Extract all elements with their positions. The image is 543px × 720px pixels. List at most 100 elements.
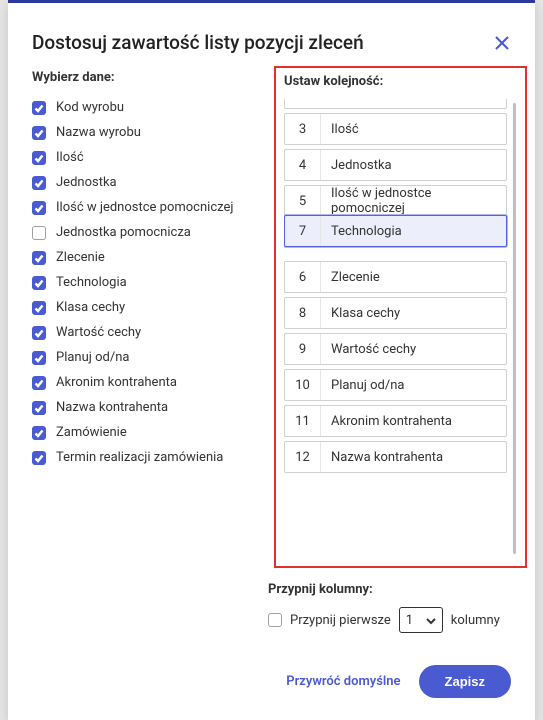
field-checkbox[interactable] <box>32 376 46 390</box>
order-item[interactable]: 4Jednostka <box>284 149 507 181</box>
order-item[interactable]: 8Klasa cechy <box>284 297 507 329</box>
dialog-body: Wybierz dane: Kod wyrobu Nazwa wyrobu Iloś… <box>8 66 535 578</box>
field-checkbox[interactable] <box>32 451 46 465</box>
field-checkbox[interactable] <box>32 176 46 190</box>
pin-count-value: 1 <box>406 613 413 628</box>
overflow-fade <box>32 558 272 578</box>
field-label: Zamówienie <box>56 425 127 440</box>
order-item[interactable]: 6Zlecenie <box>284 261 507 293</box>
order-item[interactable]: 11Akronim kontrahenta <box>284 405 507 437</box>
field-label: Nazwa kontrahenta <box>56 400 168 415</box>
field-label: Ilość <box>56 150 84 165</box>
field-checkbox[interactable] <box>32 276 46 290</box>
order-label: Ustaw kolejność: <box>284 74 517 89</box>
dialog-customize-columns: Dostosuj zawartość listy pozycji zleceń … <box>8 0 535 720</box>
field-checkbox[interactable] <box>32 326 46 340</box>
order-number: 5 <box>285 186 321 216</box>
save-button[interactable]: Zapisz <box>419 665 511 698</box>
field-checkbox[interactable] <box>32 426 46 440</box>
field-checkbox[interactable] <box>32 226 46 240</box>
order-number: 9 <box>285 334 321 364</box>
order-number: 3 <box>285 114 321 144</box>
field-checkbox[interactable] <box>32 101 46 115</box>
field-checkbox-row: Wartość cechy <box>32 320 272 345</box>
order-item[interactable] <box>284 99 507 109</box>
order-item[interactable]: 9Wartość cechy <box>284 333 507 365</box>
order-label: Nazwa kontrahenta <box>321 442 506 472</box>
dialog-title: Dostosuj zawartość listy pozycji zleceń <box>32 31 364 54</box>
order-number: 6 <box>285 262 321 292</box>
order-number: 10 <box>285 370 321 400</box>
pin-columns-row: Przypnij pierwsze 1 kolumny <box>268 607 511 633</box>
order-panel: Ustaw kolejność: 3Ilość4Jednostka5Ilość … <box>274 66 527 568</box>
pin-columns-label: Przypnij kolumny: <box>268 582 511 597</box>
dialog-header: Dostosuj zawartość listy pozycji zleceń <box>8 3 535 66</box>
field-checkbox-row: Jednostka pomocnicza <box>32 220 272 245</box>
restore-defaults-button[interactable]: Przywróć domyślne <box>286 674 400 689</box>
order-number: 12 <box>285 442 321 472</box>
order-label: Zlecenie <box>321 262 506 292</box>
field-checkbox[interactable] <box>32 351 46 365</box>
field-checkbox-row: Jednostka <box>32 170 272 195</box>
field-checkbox-row: Technologia <box>32 270 272 295</box>
field-label: Termin realizacji zamówienia <box>56 450 223 465</box>
order-label: Akronim kontrahenta <box>321 406 506 436</box>
order-label: Jednostka <box>321 150 506 180</box>
drop-gap <box>284 251 507 261</box>
field-label: Zlecenie <box>56 250 105 265</box>
field-label: Planuj od/na <box>56 350 129 365</box>
field-label: Technologia <box>56 275 127 290</box>
chevron-down-icon <box>426 615 436 625</box>
field-label: Nazwa wyrobu <box>56 125 141 140</box>
order-label: Technologia <box>321 216 506 246</box>
field-label: Akronim kontrahenta <box>56 375 177 390</box>
field-label: Klasa cechy <box>56 300 125 315</box>
order-list[interactable]: 3Ilość4Jednostka5Ilość w jednostce pomoc… <box>284 99 517 558</box>
field-checkbox[interactable] <box>32 401 46 415</box>
field-checkbox[interactable] <box>32 151 46 165</box>
field-checkbox[interactable] <box>32 251 46 265</box>
order-item[interactable]: 3Ilość <box>284 113 507 145</box>
order-item[interactable]: 12Nazwa kontrahenta <box>284 441 507 473</box>
pin-text-after: kolumny <box>451 613 500 628</box>
order-item[interactable]: 7Technologia <box>284 215 507 247</box>
field-checkbox-row: Zamówienie <box>32 420 272 445</box>
order-number: 8 <box>285 298 321 328</box>
select-data-label: Wybierz dane: <box>32 70 272 85</box>
field-checkbox-row: Akronim kontrahenta <box>32 370 272 395</box>
field-checkbox-row: Kod wyrobu <box>32 95 272 120</box>
field-checkbox[interactable] <box>32 201 46 215</box>
field-checkbox-row: Nazwa wyrobu <box>32 120 272 145</box>
dialog-footer: Przywróć domyślne Zapisz <box>8 643 535 720</box>
field-label: Ilość w jednostce pomocniczej <box>56 200 234 215</box>
order-item[interactable]: 10Planuj od/na <box>284 369 507 401</box>
order-label: Ilość <box>321 114 506 144</box>
order-label: Wartość cechy <box>321 334 506 364</box>
field-checkbox-row: Nazwa kontrahenta <box>32 395 272 420</box>
field-checkbox-row: Ilość <box>32 145 272 170</box>
field-checkbox[interactable] <box>32 126 46 140</box>
order-number: 7 <box>285 216 321 246</box>
field-checkbox-row: Planuj od/na <box>32 345 272 370</box>
order-item[interactable]: 5Ilość w jednostce pomocniczej <box>284 185 507 217</box>
order-number: 11 <box>285 406 321 436</box>
close-icon[interactable] <box>493 34 511 52</box>
pin-count-select[interactable]: 1 <box>399 607 443 633</box>
field-checkbox-row: Klasa cechy <box>32 295 272 320</box>
order-label: Ilość w jednostce pomocniczej <box>321 186 506 216</box>
field-checkbox-row: Termin realizacji zamówienia <box>32 445 272 470</box>
order-label: Klasa cechy <box>321 298 506 328</box>
field-checkbox-row: Ilość w jednostce pomocniczej <box>32 195 272 220</box>
pin-columns-section: Przypnij kolumny: Przypnij pierwsze 1 ko… <box>268 578 535 643</box>
field-label: Wartość cechy <box>56 325 141 340</box>
field-checkbox[interactable] <box>32 301 46 315</box>
order-number: 4 <box>285 150 321 180</box>
order-label: Planuj od/na <box>321 370 506 400</box>
field-checkbox-row: Zlecenie <box>32 245 272 270</box>
select-data-panel: Wybierz dane: Kod wyrobu Nazwa wyrobu Iloś… <box>32 66 272 578</box>
field-label: Jednostka pomocnicza <box>56 225 191 240</box>
field-label: Kod wyrobu <box>56 100 124 115</box>
field-checklist: Kod wyrobu Nazwa wyrobu Ilość Jednostka Iloś… <box>32 95 272 578</box>
field-label: Jednostka <box>56 175 117 190</box>
pin-columns-checkbox[interactable] <box>268 613 282 627</box>
